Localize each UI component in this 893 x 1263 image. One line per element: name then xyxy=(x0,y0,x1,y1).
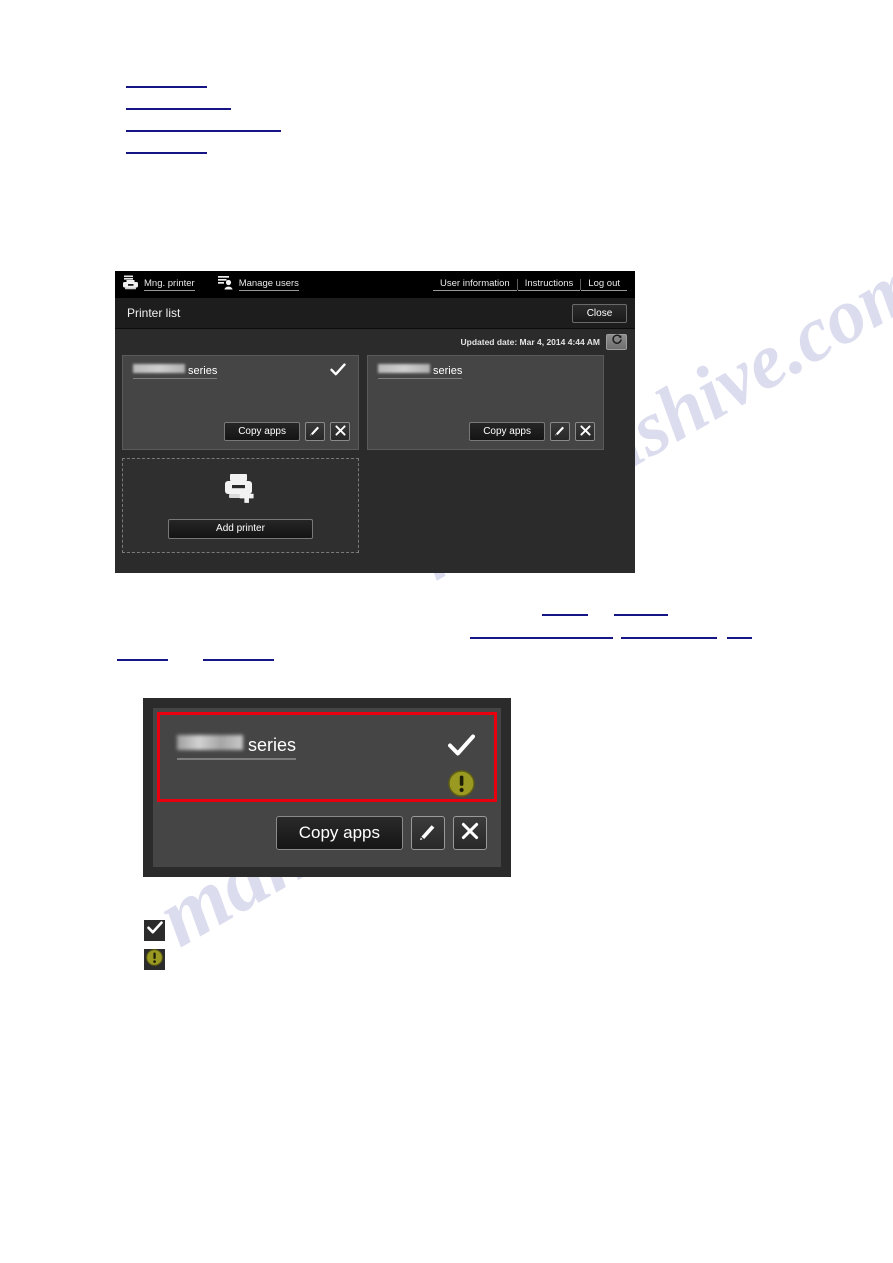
printer-detail-screenshot: series Copy apps xyxy=(143,698,511,877)
printer-card-detail[interactable]: series Copy apps xyxy=(153,708,501,867)
printer-card-actions: Copy apps xyxy=(275,816,487,850)
printer-name-suffix: series xyxy=(248,735,297,755)
doc-link-4[interactable] xyxy=(126,142,207,154)
delete-printer-button[interactable] xyxy=(575,422,595,441)
check-icon xyxy=(146,921,163,940)
pencil-icon xyxy=(309,423,321,441)
doc-link-10[interactable] xyxy=(117,649,168,661)
printer-manage-icon xyxy=(122,275,139,295)
nav-mng-printer[interactable]: Mng. printer xyxy=(122,275,195,295)
printer-name: series xyxy=(177,735,297,760)
printer-card-actions: Copy apps xyxy=(224,422,350,441)
app-topbar: Mng. printer Manage users User informati… xyxy=(115,271,635,298)
topbar-right-nav: User information Instructions Log out xyxy=(433,278,627,291)
printer-name-suffix: series xyxy=(188,365,218,377)
doc-link-2[interactable] xyxy=(126,98,231,110)
printer-name: series xyxy=(378,364,463,379)
refresh-button[interactable] xyxy=(606,334,627,350)
redacted-model-name xyxy=(378,364,430,373)
printer-card[interactable]: series Copy apps xyxy=(122,355,359,450)
topbar-left-nav: Mng. printer Manage users xyxy=(122,275,299,295)
edit-printer-button[interactable] xyxy=(550,422,570,441)
close-x-icon xyxy=(461,822,479,845)
printer-name: series xyxy=(133,364,218,379)
page-title: Printer list xyxy=(127,306,181,320)
nav-manage-users-label: Manage users xyxy=(238,278,299,291)
close-x-icon xyxy=(334,423,346,441)
copy-apps-button[interactable]: Copy apps xyxy=(224,422,300,441)
edit-printer-button[interactable] xyxy=(305,422,325,441)
nav-mng-printer-label: Mng. printer xyxy=(144,278,195,291)
redacted-model-name xyxy=(177,735,243,750)
delete-printer-button[interactable] xyxy=(453,816,487,850)
nav-manage-users[interactable]: Manage users xyxy=(217,275,299,295)
printer-list-screenshot: Mng. printer Manage users User informati… xyxy=(115,271,635,573)
copy-apps-button[interactable]: Copy apps xyxy=(275,816,403,850)
doc-link-8[interactable] xyxy=(621,627,717,639)
add-printer-button[interactable]: Add printer xyxy=(168,518,313,539)
doc-link-9[interactable] xyxy=(727,627,752,639)
nav-log-out[interactable]: Log out xyxy=(581,278,627,291)
doc-link-3[interactable] xyxy=(126,120,281,132)
close-x-icon xyxy=(579,423,591,441)
doc-link-1[interactable] xyxy=(126,76,207,88)
close-button[interactable]: Close xyxy=(572,303,627,323)
warning-icon xyxy=(146,948,163,971)
legend-check-icon-tile xyxy=(144,920,165,941)
warning-icon xyxy=(448,770,475,797)
doc-link-6[interactable] xyxy=(614,604,668,616)
printer-name-suffix: series xyxy=(433,365,463,377)
printer-list-subbar: Printer list Close xyxy=(115,298,635,329)
add-printer-card[interactable]: Add printer xyxy=(122,458,359,553)
manage-users-icon xyxy=(217,275,234,295)
doc-link-11[interactable] xyxy=(203,649,274,661)
printer-card-actions: Copy apps xyxy=(469,422,595,441)
doc-link-7[interactable] xyxy=(470,627,613,639)
nav-instructions[interactable]: Instructions xyxy=(517,278,581,291)
updated-date-row: Updated date: Mar 4, 2014 4:44 AM xyxy=(115,329,635,355)
edit-printer-button[interactable] xyxy=(411,816,445,850)
printer-add-icon xyxy=(221,473,261,512)
copy-apps-button[interactable]: Copy apps xyxy=(469,422,545,441)
printer-card[interactable]: series Copy apps xyxy=(367,355,604,450)
delete-printer-button[interactable] xyxy=(330,422,350,441)
check-icon xyxy=(330,363,346,377)
printer-card-grid: series Copy apps series Copy apps Add pr… xyxy=(115,355,635,553)
doc-link-5[interactable] xyxy=(542,604,588,616)
updated-date-text: Updated date: Mar 4, 2014 4:44 AM xyxy=(460,337,600,347)
legend-warning-icon-tile xyxy=(144,948,165,971)
refresh-icon xyxy=(611,333,623,351)
pencil-icon xyxy=(554,423,566,441)
nav-user-information[interactable]: User information xyxy=(433,278,517,291)
redacted-model-name xyxy=(133,364,185,373)
pencil-icon xyxy=(418,821,438,846)
check-icon xyxy=(448,734,475,757)
